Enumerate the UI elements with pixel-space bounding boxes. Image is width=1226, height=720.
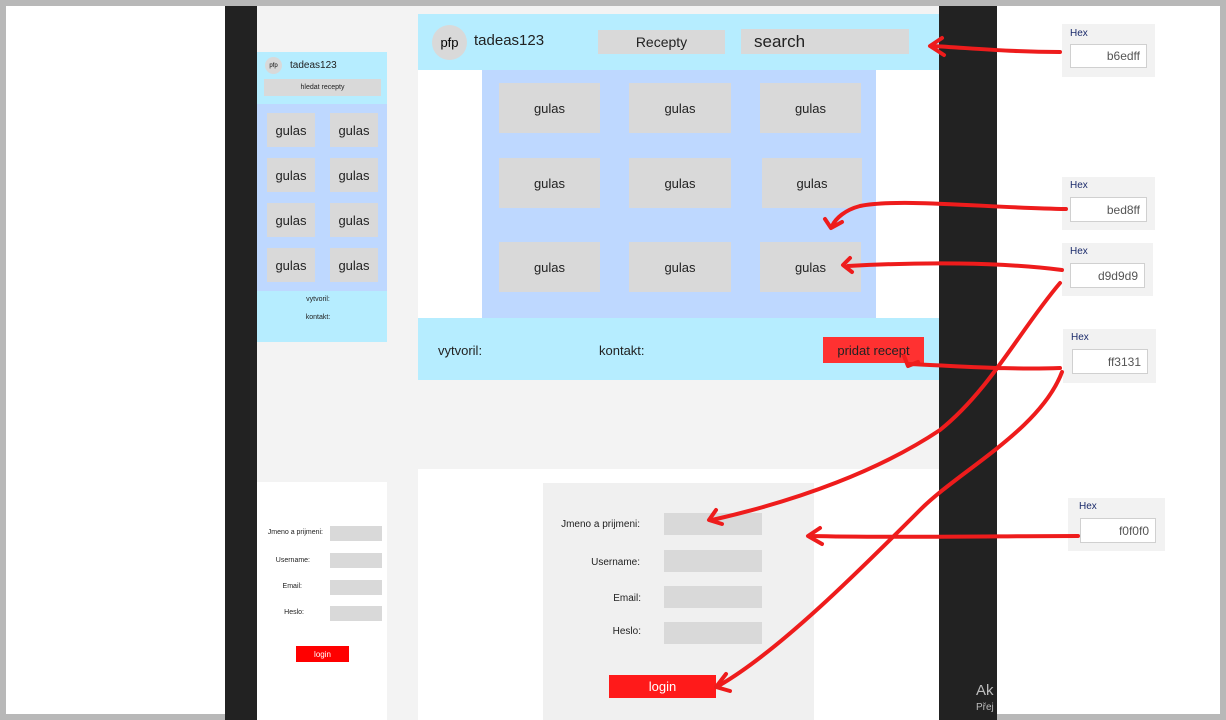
annotation-arrows: [707, 36, 1080, 693]
arrow-grid-color: [830, 200, 1068, 228]
arrow-head: [902, 354, 920, 368]
arrow-header-color: [930, 44, 1062, 54]
arrow-field-color: [710, 281, 1062, 522]
arrow-red-color: [906, 362, 1062, 371]
arrow-form-bg-color: [808, 534, 1080, 539]
arrow-card-color: [846, 261, 1064, 272]
arrow-login-color: [718, 370, 1064, 687]
